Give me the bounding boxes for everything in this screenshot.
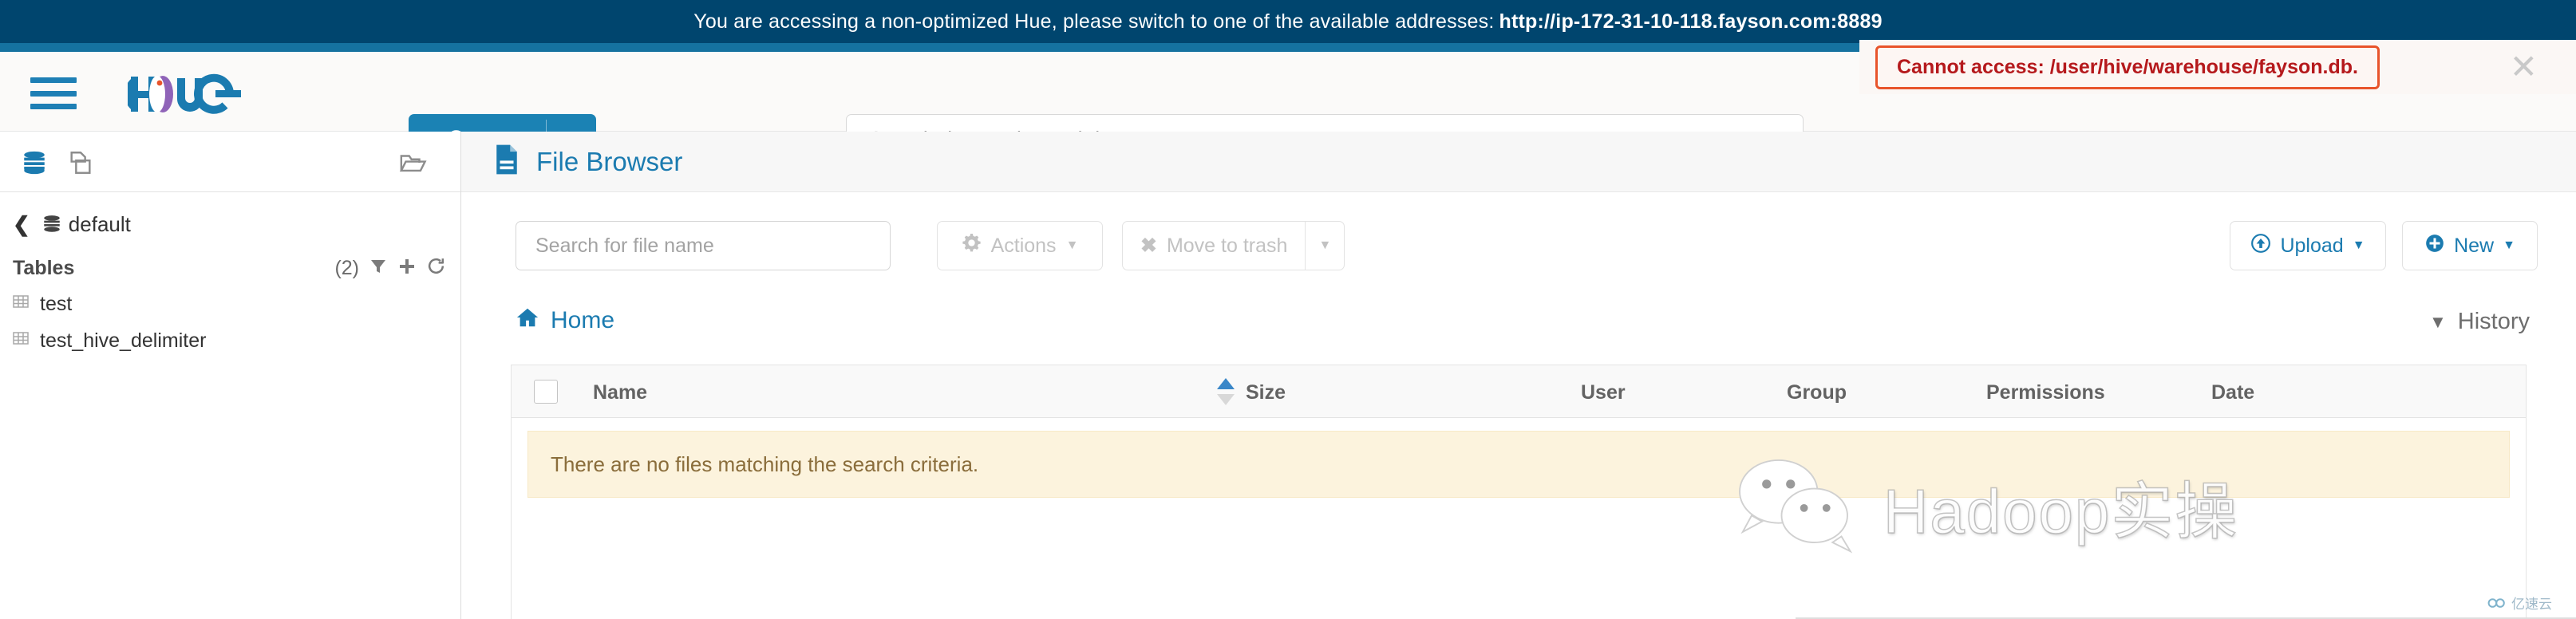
table-list-item[interactable]: test_hive_delimiter — [0, 325, 460, 357]
hue-logo[interactable] — [128, 70, 295, 118]
actions-label: Actions — [991, 235, 1057, 258]
home-icon — [516, 306, 539, 336]
banner-address-link[interactable]: http://ip-172-31-10-118.fayson.com:8889 — [1499, 10, 1883, 34]
chevron-down-icon: ▼ — [2503, 239, 2515, 253]
new-label: New — [2454, 235, 2494, 258]
chevron-left-icon[interactable]: ❮ — [13, 212, 30, 237]
non-optimized-hue-banner: You are accessing a non-optimized Hue, p… — [0, 0, 2576, 43]
breadcrumb-home-label: Home — [551, 307, 614, 334]
select-all-checkbox[interactable] — [534, 380, 558, 404]
chevron-down-icon[interactable]: ▼ — [1305, 221, 1345, 270]
upload-button[interactable]: Upload ▼ — [2230, 221, 2386, 270]
history-toggle[interactable]: ▼ History — [2429, 309, 2530, 335]
database-breadcrumb[interactable]: ❮ default — [0, 208, 460, 240]
folder-open-icon[interactable] — [398, 149, 427, 180]
tables-label: Tables — [13, 257, 74, 280]
plus-circle-icon — [2424, 233, 2445, 259]
x-mark-icon: ✖ — [1140, 234, 1157, 258]
move-to-trash-group: ✖ Move to trash ▼ — [1122, 221, 1345, 270]
database-icon[interactable] — [21, 149, 48, 180]
sort-ascending-icon[interactable] — [1217, 378, 1235, 389]
tables-section-header: Tables (2) — [0, 251, 460, 285]
file-search-input[interactable] — [534, 234, 872, 258]
table-list-item[interactable]: test — [0, 288, 460, 320]
file-search-container[interactable] — [516, 221, 891, 270]
refresh-icon[interactable] — [426, 256, 446, 280]
error-message[interactable]: Cannot access: /user/hive/warehouse/fays… — [1875, 45, 2380, 89]
column-header-permissions[interactable]: Permissions — [1986, 381, 2105, 404]
upload-label: Upload — [2280, 235, 2343, 258]
table-grid-icon — [11, 329, 30, 353]
history-label: History — [2458, 309, 2530, 335]
banner-message: You are accessing a non-optimized Hue, p… — [693, 10, 1494, 34]
database-icon — [41, 214, 62, 235]
error-notification: Cannot access: /user/hive/warehouse/fays… — [1859, 40, 2576, 94]
actions-button[interactable]: Actions ▼ — [937, 221, 1103, 270]
move-to-trash-button[interactable]: ✖ Move to trash — [1122, 221, 1305, 270]
table-name: test_hive_delimiter — [40, 329, 206, 353]
tables-count: (2) — [334, 257, 359, 280]
sort-descending-icon[interactable] — [1217, 394, 1235, 405]
chevron-down-icon: ▼ — [1066, 239, 1079, 253]
column-header-size[interactable]: Size — [1246, 381, 1286, 404]
table-grid-icon — [11, 292, 30, 317]
column-header-user[interactable]: User — [1581, 381, 1626, 404]
close-icon[interactable]: ✕ — [2510, 50, 2538, 84]
page-title: File Browser — [536, 147, 682, 177]
move-to-trash-label: Move to trash — [1167, 235, 1287, 258]
file-document-icon — [493, 144, 520, 179]
gear-icon — [962, 233, 982, 258]
filter-icon[interactable] — [369, 257, 388, 280]
main-content: File Browser Actions ▼ ✖ Move to trash ▼ — [461, 132, 2576, 619]
page-header: File Browser — [461, 132, 2576, 192]
left-assist-sidebar: ❮ default Tables (2) — [0, 132, 461, 619]
file-listing-table: Name Size User Group Permissions Date Th… — [511, 365, 2527, 619]
chevron-down-icon: ▼ — [2353, 239, 2365, 253]
hamburger-menu-icon[interactable] — [30, 77, 77, 109]
empty-state-message: There are no files matching the search c… — [527, 431, 2510, 498]
column-header-date[interactable]: Date — [2211, 381, 2254, 404]
upload-circle-icon — [2250, 233, 2271, 259]
documents-icon[interactable] — [67, 149, 94, 180]
column-header-name[interactable]: Name — [593, 381, 647, 404]
table-name: test — [40, 293, 72, 316]
column-header-group[interactable]: Group — [1787, 381, 1847, 404]
file-browser-toolbar: Actions ▼ ✖ Move to trash ▼ Upload ▼ — [461, 219, 2576, 275]
breadcrumb-home[interactable]: Home — [516, 306, 614, 336]
path-breadcrumb-row: Home ▼ History — [461, 306, 2576, 353]
current-database-label: default — [69, 212, 131, 237]
new-button[interactable]: New ▼ — [2402, 221, 2538, 270]
plus-icon[interactable] — [397, 257, 417, 280]
caret-down-icon: ▼ — [2429, 312, 2447, 333]
table-header-row: Name Size User Group Permissions Date — [512, 365, 2526, 418]
assist-toolbar — [0, 132, 460, 192]
